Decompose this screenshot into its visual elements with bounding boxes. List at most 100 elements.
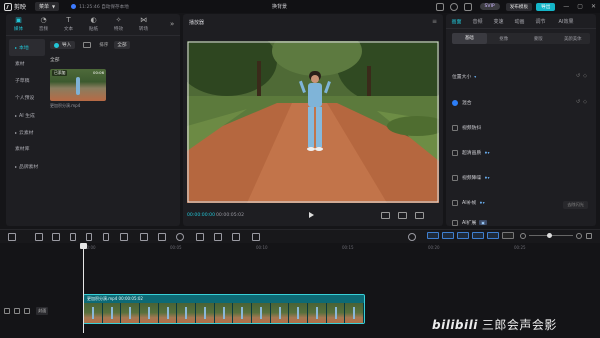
sidebar-item-library[interactable]: 素材库 [9,141,45,158]
sidebar-item-ai-generate[interactable]: ▸ AI 生成 [9,107,45,124]
prop-stabilize[interactable]: 视频防抖 [452,124,481,131]
zoom-in-icon[interactable] [576,232,582,239]
tab-canvas[interactable]: 画面 [446,18,467,25]
svip-button[interactable]: SVIP [479,3,500,10]
fullscreen-icon[interactable] [415,212,424,219]
subtab-basic[interactable]: 基础 [452,33,487,44]
clip-label: 更加积分演.mp4 00:00:05:02 [84,295,364,303]
link-icon[interactable] [442,232,454,239]
layout-icon[interactable] [435,2,444,11]
sidebar-item-sub-drafts[interactable]: 子草稿 [9,73,45,90]
maximize-icon[interactable]: ▢ [577,3,583,10]
sidebar-item-brand[interactable]: ▸ 品牌素材 [9,158,45,175]
frame-interp-checkbox[interactable] [452,199,458,206]
tab-media[interactable]: ▣ 媒体 [6,14,31,35]
tab-transition[interactable]: ⋈ 转场 [131,14,156,35]
trim-left-icon[interactable] [86,233,92,241]
video-clip[interactable]: 更加积分演.mp4 00:00:05:02 [83,294,365,324]
play-icon[interactable] [309,212,314,218]
sidebar-item-assets[interactable]: 素材 [9,56,45,73]
crop-icon[interactable] [232,233,240,241]
subtab-mask[interactable]: 蒙版 [521,36,556,42]
prop-blend[interactable]: 混合 [452,99,472,106]
reverse-icon[interactable] [158,233,166,241]
filter-dropdown[interactable]: 全部 [114,41,130,49]
speed-icon[interactable] [176,233,184,241]
subtab-cutout[interactable]: 抠像 [487,36,522,42]
undo-icon[interactable] [35,233,43,241]
rotate-icon[interactable] [214,233,222,241]
stabilize-checkbox[interactable] [452,124,458,131]
tab-sticker[interactable]: ◐ 贴纸 [81,14,106,35]
reset-keyframe-icon[interactable]: ↺◇ [576,99,590,105]
fit-timeline-icon[interactable] [586,232,592,239]
aspect-ratio-icon[interactable] [381,212,390,219]
preview-axis-icon[interactable] [457,232,469,239]
trim-right-icon[interactable] [103,233,109,241]
redo-icon[interactable] [52,233,60,241]
tab-animation[interactable]: 动画 [509,18,530,25]
super-resolution-checkbox[interactable] [452,149,458,156]
main-menu-button[interactable]: 菜单 ▼ [35,2,60,11]
sidebar-item-cloud[interactable]: ▸ 云素材 [9,124,45,141]
transition-icon: ⋈ [140,16,147,24]
prop-label: 位置大小 [452,75,472,80]
more-tools-icon[interactable]: » [170,20,174,28]
tab-effects[interactable]: ✧ 特效 [106,14,131,35]
main-track-magnet-icon[interactable] [472,232,484,239]
prop-ai-frame-interp[interactable]: AI补帧 ♦▾ [452,199,485,206]
zoom-out-icon[interactable] [520,232,526,239]
close-icon[interactable]: ✕ [591,3,596,10]
sidebar-item-presets[interactable]: 个人预设 [9,90,45,107]
denoise-checkbox[interactable] [452,174,458,181]
freeze-icon[interactable] [140,233,148,241]
shortcut-icon[interactable] [449,2,458,11]
sidebar-item-local[interactable]: ▸ 本地 [9,39,45,56]
export-button[interactable]: 导出 [536,2,556,11]
tab-speed[interactable]: 变速 [488,18,509,25]
zoom-slider[interactable] [529,233,573,238]
tab-audio[interactable]: ◔ 音频 [31,14,56,35]
cover-button[interactable]: 封面 [36,307,49,315]
auto-reframe-icon[interactable] [252,233,260,241]
microphone-icon[interactable] [408,233,416,241]
prop-super-resolution[interactable]: 超清画质 ♦▾ [452,149,490,156]
tab-audio-props[interactable]: 音频 [467,18,488,25]
playhead[interactable] [83,243,84,333]
sort-button[interactable]: 排序 [99,42,108,48]
minimize-icon[interactable]: — [563,3,569,10]
media-thumbnail[interactable]: 已添加 00:06 [50,69,106,101]
split-icon[interactable] [70,233,76,241]
snap-icon[interactable] [427,232,439,239]
video-preview[interactable] [187,41,439,203]
prop-denoise[interactable]: 视频降噪 ♦▾ [452,174,490,181]
zoom-slider-knob[interactable] [547,233,552,238]
tab-ai-effects[interactable]: AI效果 [551,18,581,25]
tab-adjust[interactable]: 调节 [530,18,551,25]
reset-keyframe-icon[interactable]: ↺◇ [576,73,590,79]
remove-flicker-button[interactable]: 去除闪光 [563,201,588,209]
blend-checkbox[interactable] [452,99,458,106]
delete-icon[interactable] [120,233,128,241]
player-menu-icon[interactable]: ≡ [432,18,437,25]
ruler-label: 00:25 [514,245,526,250]
subtab-beauty[interactable]: 美颜美体 [556,36,591,42]
feedback-icon[interactable] [463,2,472,11]
hide-track-icon[interactable] [14,308,20,314]
split-link-icon[interactable] [487,232,499,239]
focus-icon[interactable] [398,212,407,219]
view-mode-icon[interactable] [83,42,92,48]
caption-icon[interactable] [502,232,514,239]
prop-position-size[interactable]: 位置大小 ▾ [452,73,476,80]
filmstrip-frame [214,303,234,323]
time-ruler[interactable]: 00:00 00:05 00:10 00:15 00:20 00:25 [60,245,600,253]
select-tool-icon[interactable] [8,233,16,241]
tab-text[interactable]: T 文本 [56,14,81,35]
prop-ai-expand[interactable]: AI扩展 ▣ [452,219,487,226]
ai-expand-checkbox[interactable] [452,219,458,226]
import-button[interactable]: 导入 [50,41,76,49]
mute-track-icon[interactable] [24,308,30,314]
publish-template-button[interactable]: 发布模板 [505,2,533,11]
mirror-icon[interactable] [196,233,204,241]
lock-track-icon[interactable] [4,308,10,314]
